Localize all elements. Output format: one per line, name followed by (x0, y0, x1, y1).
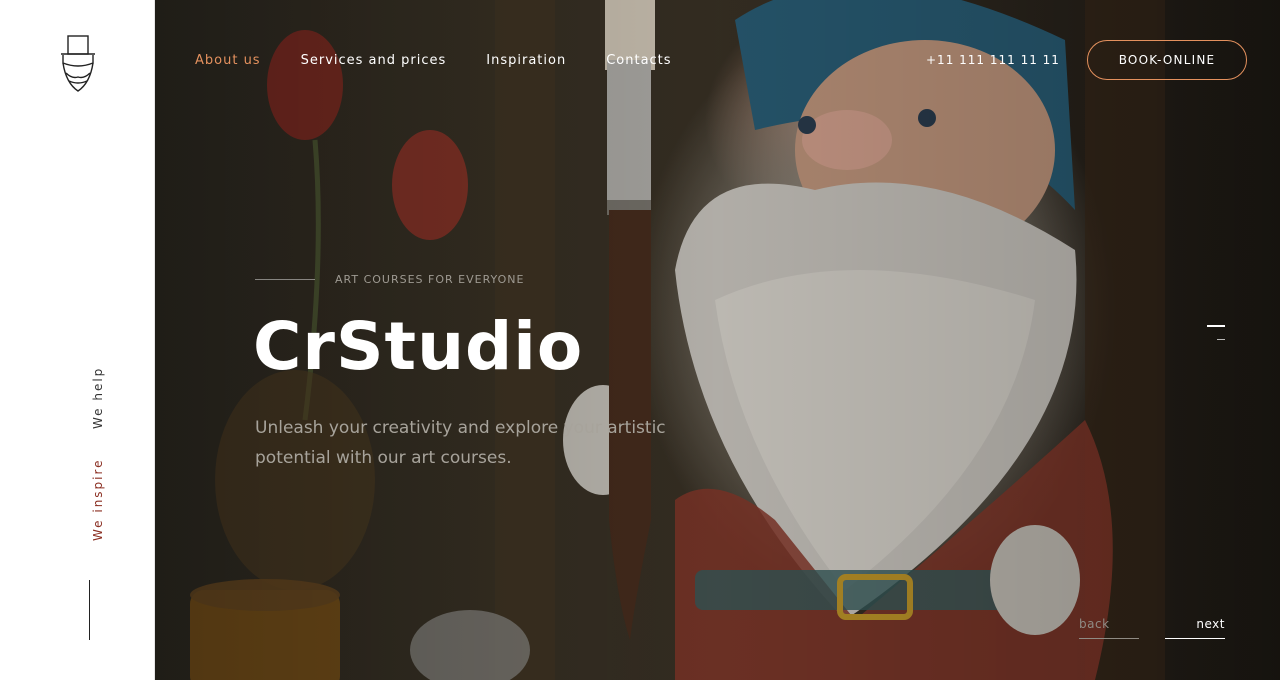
pager-active-indicator[interactable] (1207, 325, 1225, 327)
left-rail: We help We inspire (0, 0, 155, 680)
main-nav: About us Services and prices Inspiration… (195, 53, 672, 68)
phone-number[interactable]: +11 111 111 11 11 (926, 53, 1060, 67)
back-button[interactable]: back (1079, 617, 1139, 639)
slide-pager[interactable] (1207, 325, 1225, 341)
nav-inspiration[interactable]: Inspiration (486, 53, 566, 68)
we-help-link[interactable]: We help (91, 367, 105, 429)
book-online-button[interactable]: BOOK-ONLINE (1087, 40, 1247, 80)
gnome-hat-logo-icon[interactable] (56, 33, 100, 93)
hero-section: About us Services and prices Inspiration… (155, 0, 1280, 680)
pager-indicator[interactable] (1217, 339, 1225, 340)
eyebrow-divider (255, 279, 315, 280)
nav-contacts[interactable]: Contacts (606, 53, 671, 68)
we-inspire-link[interactable]: We inspire (91, 458, 105, 541)
nav-services-and-prices[interactable]: Services and prices (301, 53, 447, 68)
next-button[interactable]: next (1165, 617, 1225, 639)
hero-title: CrStudio (253, 308, 584, 385)
hero-subtitle: Unleash your creativity and explore your… (255, 418, 666, 468)
nav-about-us[interactable]: About us (195, 53, 261, 68)
rail-divider (89, 580, 90, 640)
hero-eyebrow: ART COURSES FOR EVERYONE (335, 273, 525, 286)
